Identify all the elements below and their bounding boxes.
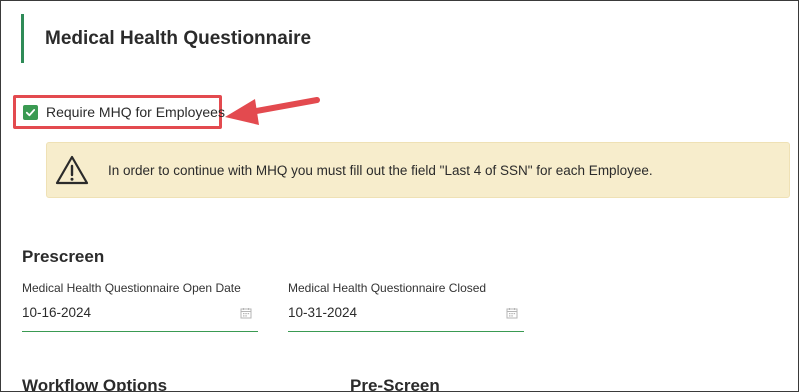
section-header: Medical Health Questionnaire xyxy=(21,14,311,63)
mhq-panel: Medical Health Questionnaire Require MHQ… xyxy=(0,0,799,392)
closed-date-label: Medical Health Questionnaire Closed xyxy=(288,281,487,295)
ssn-warning-alert: In order to continue with MHQ you must f… xyxy=(46,142,790,198)
closed-date-value: 10-31-2024 xyxy=(288,305,358,320)
prescreen-heading: Prescreen xyxy=(22,247,105,266)
pre-screen-heading: Pre-Screen xyxy=(350,376,440,392)
page-title: Medical Health Questionnaire xyxy=(45,27,312,49)
open-date-field: Medical Health Questionnaire Open Date 1… xyxy=(22,281,258,332)
alert-message: In order to continue with MHQ you must f… xyxy=(108,162,653,178)
annotation-arrow-icon xyxy=(225,97,320,125)
open-date-input[interactable]: 10-16-2024 xyxy=(22,305,258,332)
require-mhq-checkbox[interactable] xyxy=(23,104,38,120)
workflow-options-heading: Workflow Options xyxy=(22,376,168,392)
require-mhq-checkbox-row[interactable]: Require MHQ for Employees xyxy=(23,104,225,120)
calendar-icon[interactable] xyxy=(240,307,252,319)
warning-icon xyxy=(55,155,89,185)
calendar-icon[interactable] xyxy=(506,307,518,319)
closed-date-input[interactable]: 10-31-2024 xyxy=(288,305,524,332)
checkmark-icon xyxy=(25,108,36,116)
closed-date-field: Medical Health Questionnaire Closed 10-3… xyxy=(288,281,524,332)
open-date-label: Medical Health Questionnaire Open Date xyxy=(22,281,241,295)
open-date-value: 10-16-2024 xyxy=(22,305,92,320)
require-mhq-label: Require MHQ for Employees xyxy=(46,104,225,120)
